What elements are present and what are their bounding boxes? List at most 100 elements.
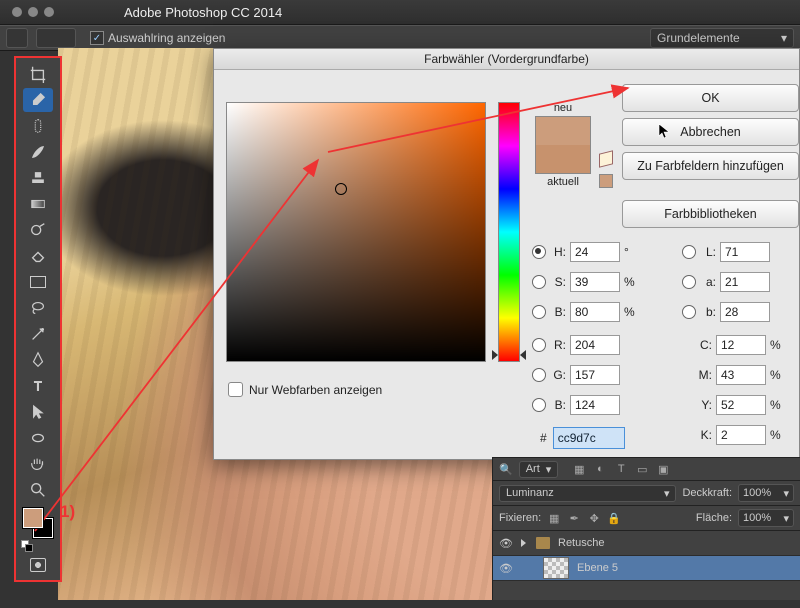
opacity-input[interactable]: 100%▾	[738, 484, 794, 502]
visibility-eye-icon[interactable]: 👁	[499, 561, 513, 575]
input-k[interactable]: 2	[716, 425, 766, 445]
svg-text:T: T	[34, 380, 42, 394]
maximize-window-icon[interactable]	[44, 7, 54, 17]
input-s[interactable]: 39	[570, 272, 620, 292]
radio-s[interactable]	[532, 275, 546, 289]
filter-pixel-icon[interactable]: ▦	[572, 462, 586, 476]
cancel-button[interactable]: Abbrechen	[622, 118, 799, 146]
hue-slider[interactable]	[498, 102, 520, 362]
current-color-swatch[interactable]	[536, 145, 590, 173]
input-a[interactable]: 21	[720, 272, 770, 292]
default-colors-icon[interactable]	[21, 540, 33, 550]
pen-tool-icon[interactable]	[23, 348, 53, 372]
hash-label: #	[540, 431, 547, 445]
ok-button[interactable]: OK	[622, 84, 799, 112]
input-r[interactable]: 204	[570, 335, 620, 355]
new-current-preview: neu aktuell	[535, 102, 591, 188]
layer-thumbnail[interactable]	[543, 557, 569, 579]
layer-ebene-5[interactable]: 👁 Ebene 5	[493, 556, 800, 581]
web-colors-checkbox[interactable]: Nur Webfarben anzeigen	[228, 382, 382, 397]
lock-all-icon[interactable]: 🔒	[607, 511, 621, 525]
fill-input[interactable]: 100%▾	[738, 509, 794, 527]
input-bv[interactable]: 80	[570, 302, 620, 322]
filter-shape-icon[interactable]: ▭	[635, 462, 649, 476]
input-h[interactable]: 24	[570, 242, 620, 262]
lock-transparency-icon[interactable]: ▦	[547, 511, 561, 525]
input-b[interactable]: 28	[720, 302, 770, 322]
layer-group-label: Retusche	[558, 537, 604, 549]
radio-h[interactable]	[532, 245, 546, 259]
input-bb[interactable]: 124	[570, 395, 620, 415]
stamp-tool-icon[interactable]	[23, 166, 53, 190]
new-color-swatch[interactable]	[536, 117, 590, 145]
zoom-tool-icon[interactable]	[23, 478, 53, 502]
show-selection-label: Auswahlring anzeigen	[108, 31, 225, 45]
eyedropper-tool-icon[interactable]	[23, 88, 53, 112]
color-libraries-button[interactable]: Farbbibliotheken	[622, 200, 799, 228]
add-to-swatches-button[interactable]: Zu Farbfeldern hinzufügen	[622, 152, 799, 180]
radio-b[interactable]	[682, 305, 696, 319]
radio-bv[interactable]	[532, 305, 546, 319]
radio-g[interactable]	[532, 368, 546, 382]
hex-field: # cc9d7c	[540, 427, 625, 449]
input-g[interactable]: 157	[570, 365, 620, 385]
hex-input[interactable]: cc9d7c	[553, 427, 625, 449]
marquee-tool-icon[interactable]	[23, 270, 53, 294]
titlebar: Adobe Photoshop CC 2014	[0, 0, 800, 25]
filter-kind-dropdown[interactable]: Art▾	[519, 461, 559, 478]
quickmask-icon[interactable]	[23, 554, 53, 576]
web-safe-swatch-icon[interactable]	[599, 174, 613, 188]
show-selection-checkbox[interactable]: ✓ Auswahlring anzeigen	[90, 31, 225, 45]
input-c[interactable]: 12	[716, 335, 766, 355]
hand-tool-icon[interactable]	[23, 452, 53, 476]
healing-brush-tool-icon[interactable]	[23, 114, 53, 138]
input-y[interactable]: 52	[716, 395, 766, 415]
blend-mode-dropdown[interactable]: Luminanz▾	[499, 485, 676, 502]
visibility-eye-icon[interactable]: 👁	[499, 536, 513, 550]
lasso-tool-icon[interactable]	[23, 296, 53, 320]
current-label: aktuell	[535, 176, 591, 188]
disclosure-triangle-icon[interactable]	[521, 539, 526, 547]
field-b: b:28	[682, 302, 770, 322]
lock-position-icon[interactable]: ✥	[587, 511, 601, 525]
layer-group-retusche[interactable]: 👁 Retusche	[493, 531, 800, 556]
path-selection-tool-icon[interactable]	[23, 400, 53, 424]
radio-a[interactable]	[682, 275, 696, 289]
type-tool-icon[interactable]: T	[23, 374, 53, 398]
checkmark-icon: ✓	[90, 31, 104, 45]
workspace-dropdown[interactable]: Grundelemente ▾	[650, 28, 794, 48]
shape-tool-icon[interactable]	[23, 426, 53, 450]
tool-preset-dropdown[interactable]	[36, 28, 76, 48]
chevron-down-icon: ▾	[664, 487, 670, 500]
field-h: H:24°	[532, 242, 638, 262]
minimize-window-icon[interactable]	[28, 7, 38, 17]
dodge-tool-icon[interactable]	[23, 218, 53, 242]
toolbox: T	[14, 56, 62, 582]
saturation-value-field[interactable]	[226, 102, 486, 362]
radio-r[interactable]	[532, 338, 546, 352]
gamut-warning-icon[interactable]	[599, 152, 613, 166]
eraser-tool-icon[interactable]	[23, 244, 53, 268]
input-m[interactable]: 43	[716, 365, 766, 385]
filter-icon[interactable]: 🔍	[499, 463, 513, 476]
crop-tool-icon[interactable]	[23, 62, 53, 86]
window-controls	[12, 7, 54, 17]
close-window-icon[interactable]	[12, 7, 22, 17]
radio-l[interactable]	[682, 245, 696, 259]
gradient-tool-icon[interactable]	[23, 192, 53, 216]
foreground-swatch[interactable]	[23, 508, 43, 528]
filter-smart-icon[interactable]: ▣	[656, 462, 670, 476]
color-swatches[interactable]	[23, 508, 53, 538]
input-l[interactable]: 71	[720, 242, 770, 262]
field-l: L:71	[682, 242, 770, 262]
field-bv: B:80%	[532, 302, 638, 322]
chevron-down-icon: ▾	[781, 31, 787, 45]
filter-type-icon[interactable]: T	[614, 462, 628, 476]
magic-wand-tool-icon[interactable]	[23, 322, 53, 346]
brush-tool-icon[interactable]	[23, 140, 53, 164]
radio-bb[interactable]	[532, 398, 546, 412]
hue-handle-left-icon	[492, 350, 498, 360]
lock-image-icon[interactable]: ✒	[567, 511, 581, 525]
tool-preset-icon[interactable]	[6, 28, 28, 48]
filter-adjust-icon[interactable]: ◐	[593, 462, 607, 476]
